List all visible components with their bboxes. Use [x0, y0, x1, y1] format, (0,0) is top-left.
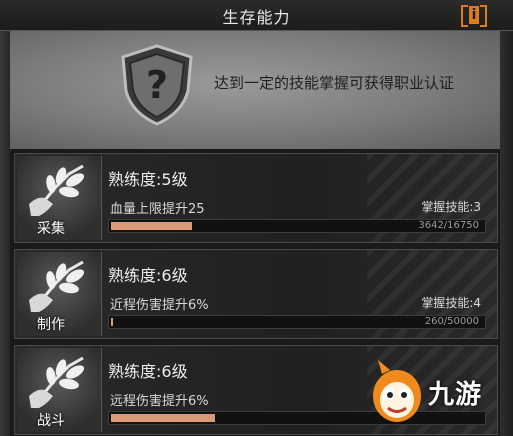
- watermark-logo: 九游: [368, 358, 508, 428]
- skill-icon-box: 战斗: [17, 348, 102, 432]
- progress-text: 260/50000: [424, 316, 479, 327]
- bracket-left: [461, 5, 468, 27]
- skills-mastered: 掌握技能:3: [421, 200, 481, 214]
- bracket-right: [480, 5, 487, 27]
- watermark-text: 九游: [428, 380, 483, 410]
- certification-text: 达到一定的技能掌握可获得职业认证: [214, 74, 455, 92]
- skill-icon-box: 采集: [17, 156, 102, 240]
- skill-icon-box: 制作: [17, 252, 102, 336]
- skill-level: 熟练度:6级: [108, 362, 188, 381]
- branch-hand-icon: [29, 356, 85, 408]
- skill-card-craft[interactable]: 制作 熟练度:6级 近程伤害提升6% 掌握技能:4 260/50000: [14, 249, 498, 339]
- panel-title: 生存能力: [222, 8, 291, 27]
- skill-card-gather[interactable]: 采集 熟练度:5级 血量上限提升25 掌握技能:3 3642/16750: [14, 153, 498, 243]
- progress-fill: [111, 414, 215, 422]
- panel-header: 生存能力 i: [0, 0, 513, 31]
- certification-banner: ? 达到一定的技能掌握可获得职业认证: [10, 31, 500, 149]
- mascot-logo-icon: [373, 360, 421, 422]
- progress-bar: 260/50000: [108, 315, 486, 329]
- skill-level: 熟练度:6级: [108, 266, 188, 285]
- progress-bar: 3642/16750: [108, 219, 486, 233]
- skill-label: 制作: [37, 317, 65, 333]
- svg-text:?: ?: [146, 63, 168, 107]
- branch-hand-icon: [29, 260, 85, 312]
- progress-fill: [111, 318, 113, 326]
- info-button[interactable]: i: [461, 5, 487, 27]
- progress-fill: [111, 222, 192, 230]
- left-frame-edge: [0, 0, 10, 436]
- skill-label: 战斗: [37, 413, 65, 429]
- skill-label: 采集: [37, 221, 65, 237]
- skills-mastered: 掌握技能:4: [421, 296, 481, 310]
- skill-bonus: 近程伤害提升6%: [110, 298, 209, 313]
- question-shield-icon: ?: [121, 44, 193, 126]
- progress-text: 3642/16750: [418, 220, 479, 231]
- skill-bonus: 远程伤害提升6%: [110, 394, 209, 409]
- branch-hand-icon: [29, 164, 85, 216]
- info-icon: i: [469, 6, 479, 24]
- skill-level: 熟练度:5级: [108, 170, 188, 189]
- skill-bonus: 血量上限提升25: [110, 202, 205, 217]
